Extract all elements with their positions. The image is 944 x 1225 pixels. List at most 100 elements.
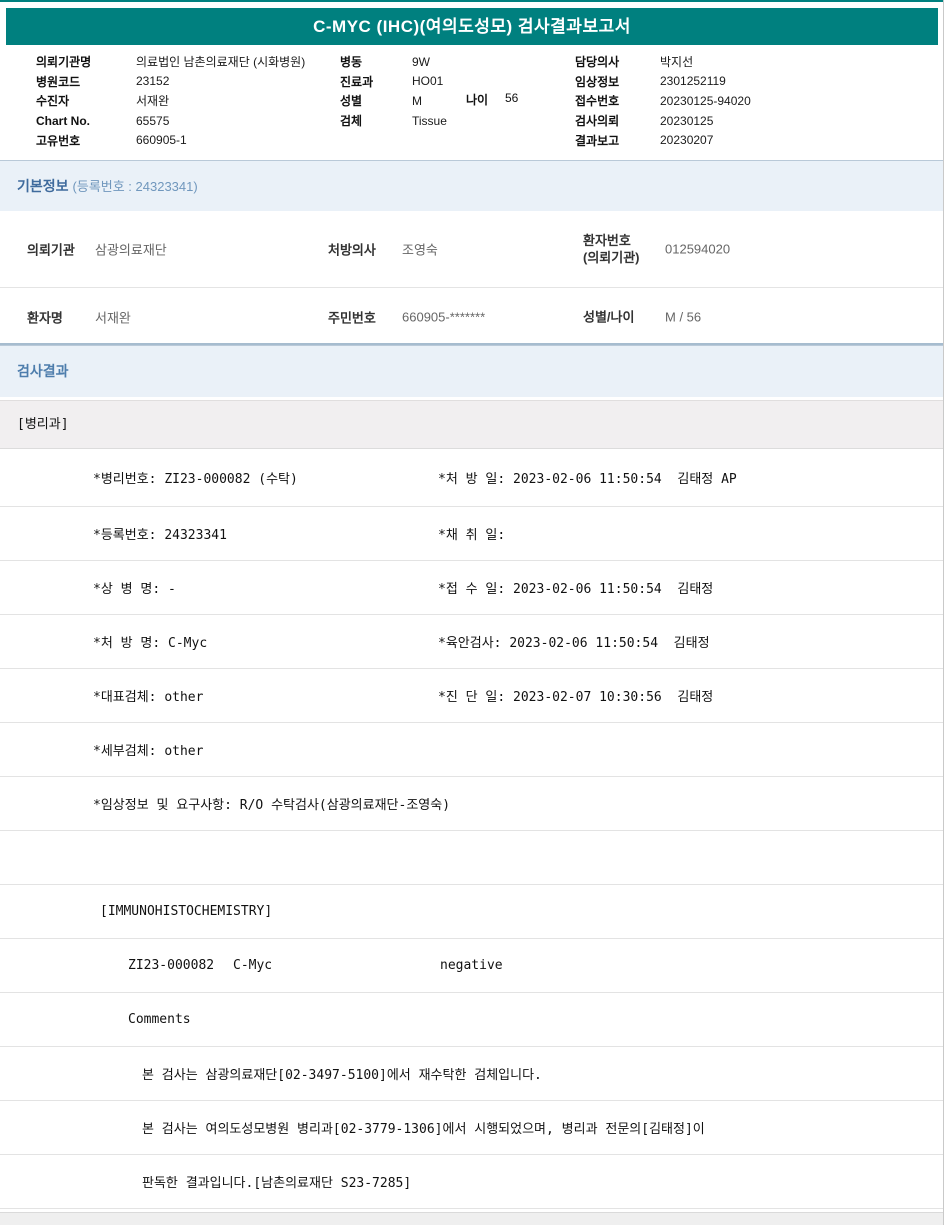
comments-heading: Comments — [128, 993, 191, 1046]
test-result-title: 검사결과 — [17, 363, 69, 379]
patient-number-label: 환자번호 (의뢰기관) — [583, 232, 640, 266]
referring-org-label: 의뢰기관 — [27, 240, 75, 259]
patient-number-label-line2: (의뢰기관) — [583, 249, 640, 266]
department-name: [병리과] — [17, 417, 69, 432]
header-field-value: 9W — [412, 55, 430, 69]
result-row-blank — [0, 831, 943, 885]
field-left: *대표검체: other — [93, 669, 203, 722]
patient-info-table: 의뢰기관 삼광의료재단 처방의사 조영숙 환자번호 (의뢰기관) 0125940… — [0, 211, 943, 345]
result-row-pair: *처 방 명: C-Myc*육안검사: 2023-02-06 11:50:54 … — [0, 615, 943, 669]
header-field-value: 박지선 — [660, 53, 693, 70]
field-left: *병리번호: ZI23-000082 (수탁) — [93, 449, 298, 506]
header-field-value: 20230125-94020 — [660, 94, 751, 108]
result-row-section: [IMMUNOHISTOCHEMISTRY] — [0, 885, 943, 939]
test-result-value: negative — [440, 939, 503, 992]
result-row-comment: 본 검사는 여의도성모병원 병리과[02-3779-1306]에서 시행되었으며… — [0, 1101, 943, 1155]
header-field: 병원코드23152 — [36, 72, 305, 92]
header-field-label: 담당의사 — [575, 53, 660, 70]
header-field: 고유번호660905-1 — [36, 130, 305, 150]
test-result-band: 검사결과 — [0, 345, 943, 397]
comment-line: 판독한 결과입니다.[남촌의료재단 S23-7285] — [142, 1155, 411, 1208]
header-field: 검체Tissue — [340, 111, 447, 131]
header-field-label: 수진자 — [36, 92, 136, 109]
header-field-value: 2301252119 — [660, 74, 726, 88]
header-field-value: Tissue — [412, 114, 447, 128]
patient-info-row-2: 환자명 서재완 주민번호 660905-******* 성별/나이 M / 56 — [0, 287, 943, 345]
header-field: 수진자서재완 — [36, 91, 305, 111]
header-field: 접수번호20230125-94020 — [575, 91, 751, 111]
header-field-label: Chart No. — [36, 114, 136, 128]
header-field-label: 결과보고 — [575, 132, 660, 149]
field-left: *세부검체: other — [93, 723, 203, 776]
specimen-code: ZI23-000082 — [128, 939, 214, 992]
basic-info-regno: (등록번호 : 24323341) — [73, 179, 198, 194]
header-field-label: 접수번호 — [575, 92, 660, 109]
header-field: 결과보고20230207 — [575, 130, 751, 150]
result-row-comment: 판독한 결과입니다.[남촌의료재단 S23-7285] — [0, 1155, 943, 1209]
header-field-label: 고유번호 — [36, 132, 136, 149]
patient-info-row-1: 의뢰기관 삼광의료재단 처방의사 조영숙 환자번호 (의뢰기관) 0125940… — [0, 211, 943, 287]
header-field-label: 임상정보 — [575, 73, 660, 90]
header-field: 병동9W — [340, 52, 447, 72]
patient-number-value: 012594020 — [665, 242, 730, 257]
patient-number-label-line1: 환자번호 — [583, 232, 640, 249]
field-right: *채 취 일: — [438, 507, 505, 560]
header-field-value: 서재완 — [136, 92, 169, 109]
field-right: *육안검사: 2023-02-06 11:50:54 김태정 — [438, 615, 710, 668]
field-left: *상 병 명: - — [93, 561, 176, 614]
department-band: [병리과] — [0, 400, 943, 449]
result-row-pair: *등록번호: 24323341 *채 취 일: — [0, 507, 943, 561]
resident-number-label: 주민번호 — [328, 307, 376, 326]
header-field-label: 검사의뢰 — [575, 112, 660, 129]
header-field: 진료과HO01 — [340, 72, 447, 92]
header-field-value: 65575 — [136, 114, 169, 128]
patient-name-label: 환자명 — [27, 307, 63, 326]
sex-age-value: M / 56 — [665, 309, 701, 324]
field-left: *등록번호: 24323341 — [93, 507, 227, 560]
test-name: C-Myc — [233, 939, 272, 992]
header-field-label: 의뢰기관명 — [36, 53, 136, 70]
header-field-label: 병동 — [340, 53, 412, 70]
result-row-pair: *대표검체: other *진 단 일: 2023-02-07 10:30:56 … — [0, 669, 943, 723]
basic-info-band: 기본정보(등록번호 : 24323341) — [0, 160, 943, 211]
field-right: *진 단 일: 2023-02-07 10:30:56 김태정 — [438, 669, 713, 722]
result-row-label: Comments — [0, 993, 943, 1047]
header-field-value: 20230125 — [660, 114, 713, 128]
prescribing-doctor-value: 조영숙 — [402, 240, 438, 259]
header-field: 의뢰기관명의료법인 남촌의료재단 (시화병원) — [36, 52, 305, 72]
comment-line: 본 검사는 여의도성모병원 병리과[02-3779-1306]에서 시행되었으며… — [142, 1101, 705, 1154]
field-left: *임상정보 및 요구사항: R/O 수탁검사(삼광의료재단-조영숙) — [93, 777, 450, 830]
header-field: 담당의사박지선 — [575, 52, 751, 72]
header-field: 검사의뢰20230125 — [575, 111, 751, 131]
report-title: C-MYC (IHC)(여의도성모) 검사결과보고서 — [6, 8, 938, 45]
header-group-middle: 병동9W진료과HO01성별M검체Tissue — [340, 52, 447, 130]
comment-line: 본 검사는 삼광의료재단[02-3497-5100]에서 재수탁한 검체입니다. — [142, 1047, 542, 1100]
section-heading: [IMMUNOHISTOCHEMISTRY] — [100, 885, 272, 938]
result-row-pair: *임상정보 및 요구사항: R/O 수탁검사(삼광의료재단-조영숙) — [0, 777, 943, 831]
header-field-label: 성별 — [340, 92, 412, 109]
result-row-pair: *세부검체: other — [0, 723, 943, 777]
header-group-right: 담당의사박지선임상정보2301252119접수번호20230125-94020검… — [575, 52, 751, 150]
header-field-value: M — [412, 94, 422, 108]
age-value: 56 — [505, 91, 518, 105]
header-field-value: 660905-1 — [136, 133, 187, 147]
lab-report-page: C-MYC (IHC)(여의도성모) 검사결과보고서 의뢰기관명의료법인 남촌의… — [0, 0, 944, 1225]
header-field: Chart No.65575 — [36, 111, 305, 131]
age-label: 나이 — [466, 91, 488, 108]
field-right: *접 수 일: 2023-02-06 11:50:54 김태정 — [438, 561, 713, 614]
patient-name-value: 서재완 — [95, 307, 131, 326]
header-field-value: 20230207 — [660, 133, 713, 147]
header-field-label: 병원코드 — [36, 73, 136, 90]
header-field: 성별M — [340, 91, 447, 111]
prescribing-doctor-label: 처방의사 — [328, 240, 376, 259]
result-row-result: ZI23-000082 C-Myc negative — [0, 939, 943, 993]
header-field-label: 검체 — [340, 112, 412, 129]
result-row-pair: *상 병 명: - *접 수 일: 2023-02-06 11:50:54 김태정 — [0, 561, 943, 615]
result-row-comment: 본 검사는 삼광의료재단[02-3497-5100]에서 재수탁한 검체입니다. — [0, 1047, 943, 1101]
header-field-value: 23152 — [136, 74, 169, 88]
resident-number-value: 660905-******* — [402, 309, 485, 324]
header-field-label: 진료과 — [340, 73, 412, 90]
report-header: 의뢰기관명의료법인 남촌의료재단 (시화병원)병원코드23152수진자서재완Ch… — [0, 52, 943, 160]
referring-org-value: 삼광의료재단 — [95, 240, 167, 259]
sex-age-label: 성별/나이 — [583, 308, 634, 325]
